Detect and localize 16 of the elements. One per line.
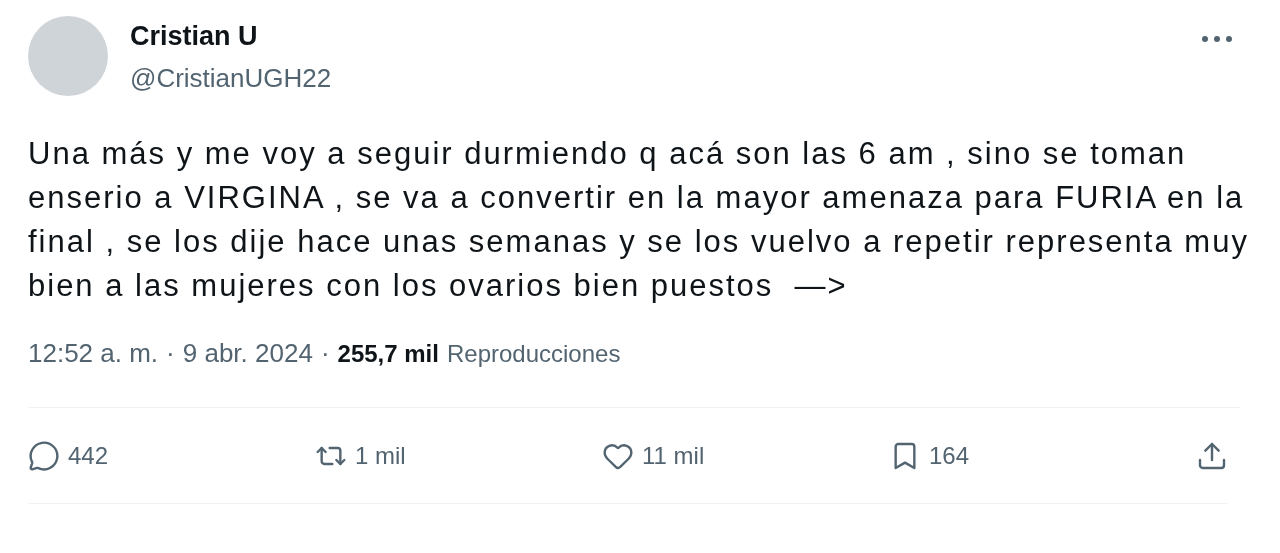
- like-button[interactable]: 11 mil: [602, 437, 889, 474]
- views-label: Reproducciones: [446, 339, 621, 369]
- author-handle[interactable]: @CristianUGH22: [130, 60, 332, 96]
- views-count: 255,7 mil: [337, 339, 439, 369]
- bookmark-button[interactable]: 164: [889, 437, 1176, 474]
- more-icon: [1202, 36, 1232, 42]
- author-name[interactable]: Cristian U: [130, 18, 332, 54]
- separator-dot: ·: [320, 337, 330, 370]
- repost-button[interactable]: 1 mil: [315, 437, 602, 474]
- separator-dot: ·: [166, 337, 175, 370]
- speech-bubble-icon: [28, 439, 60, 472]
- tweet-text: Una más y me voy a seguir durmiendo q acá son las 6 am , sino se toman enserio a VIRGINA , se va a convertir en la mayor amenaza para FURIA en la final , se los dije hace unas semanas y se los vuelvo a repetir representa muy bien a las mujeres con los ovarios bien puestos —>: [28, 135, 1250, 305]
- reply-button[interactable]: 442: [28, 437, 315, 474]
- tweet-time[interactable]: 12:52 a. m.: [28, 334, 159, 373]
- tweet-date[interactable]: 9 abr. 2024: [182, 334, 313, 373]
- more-button[interactable]: [1202, 36, 1232, 42]
